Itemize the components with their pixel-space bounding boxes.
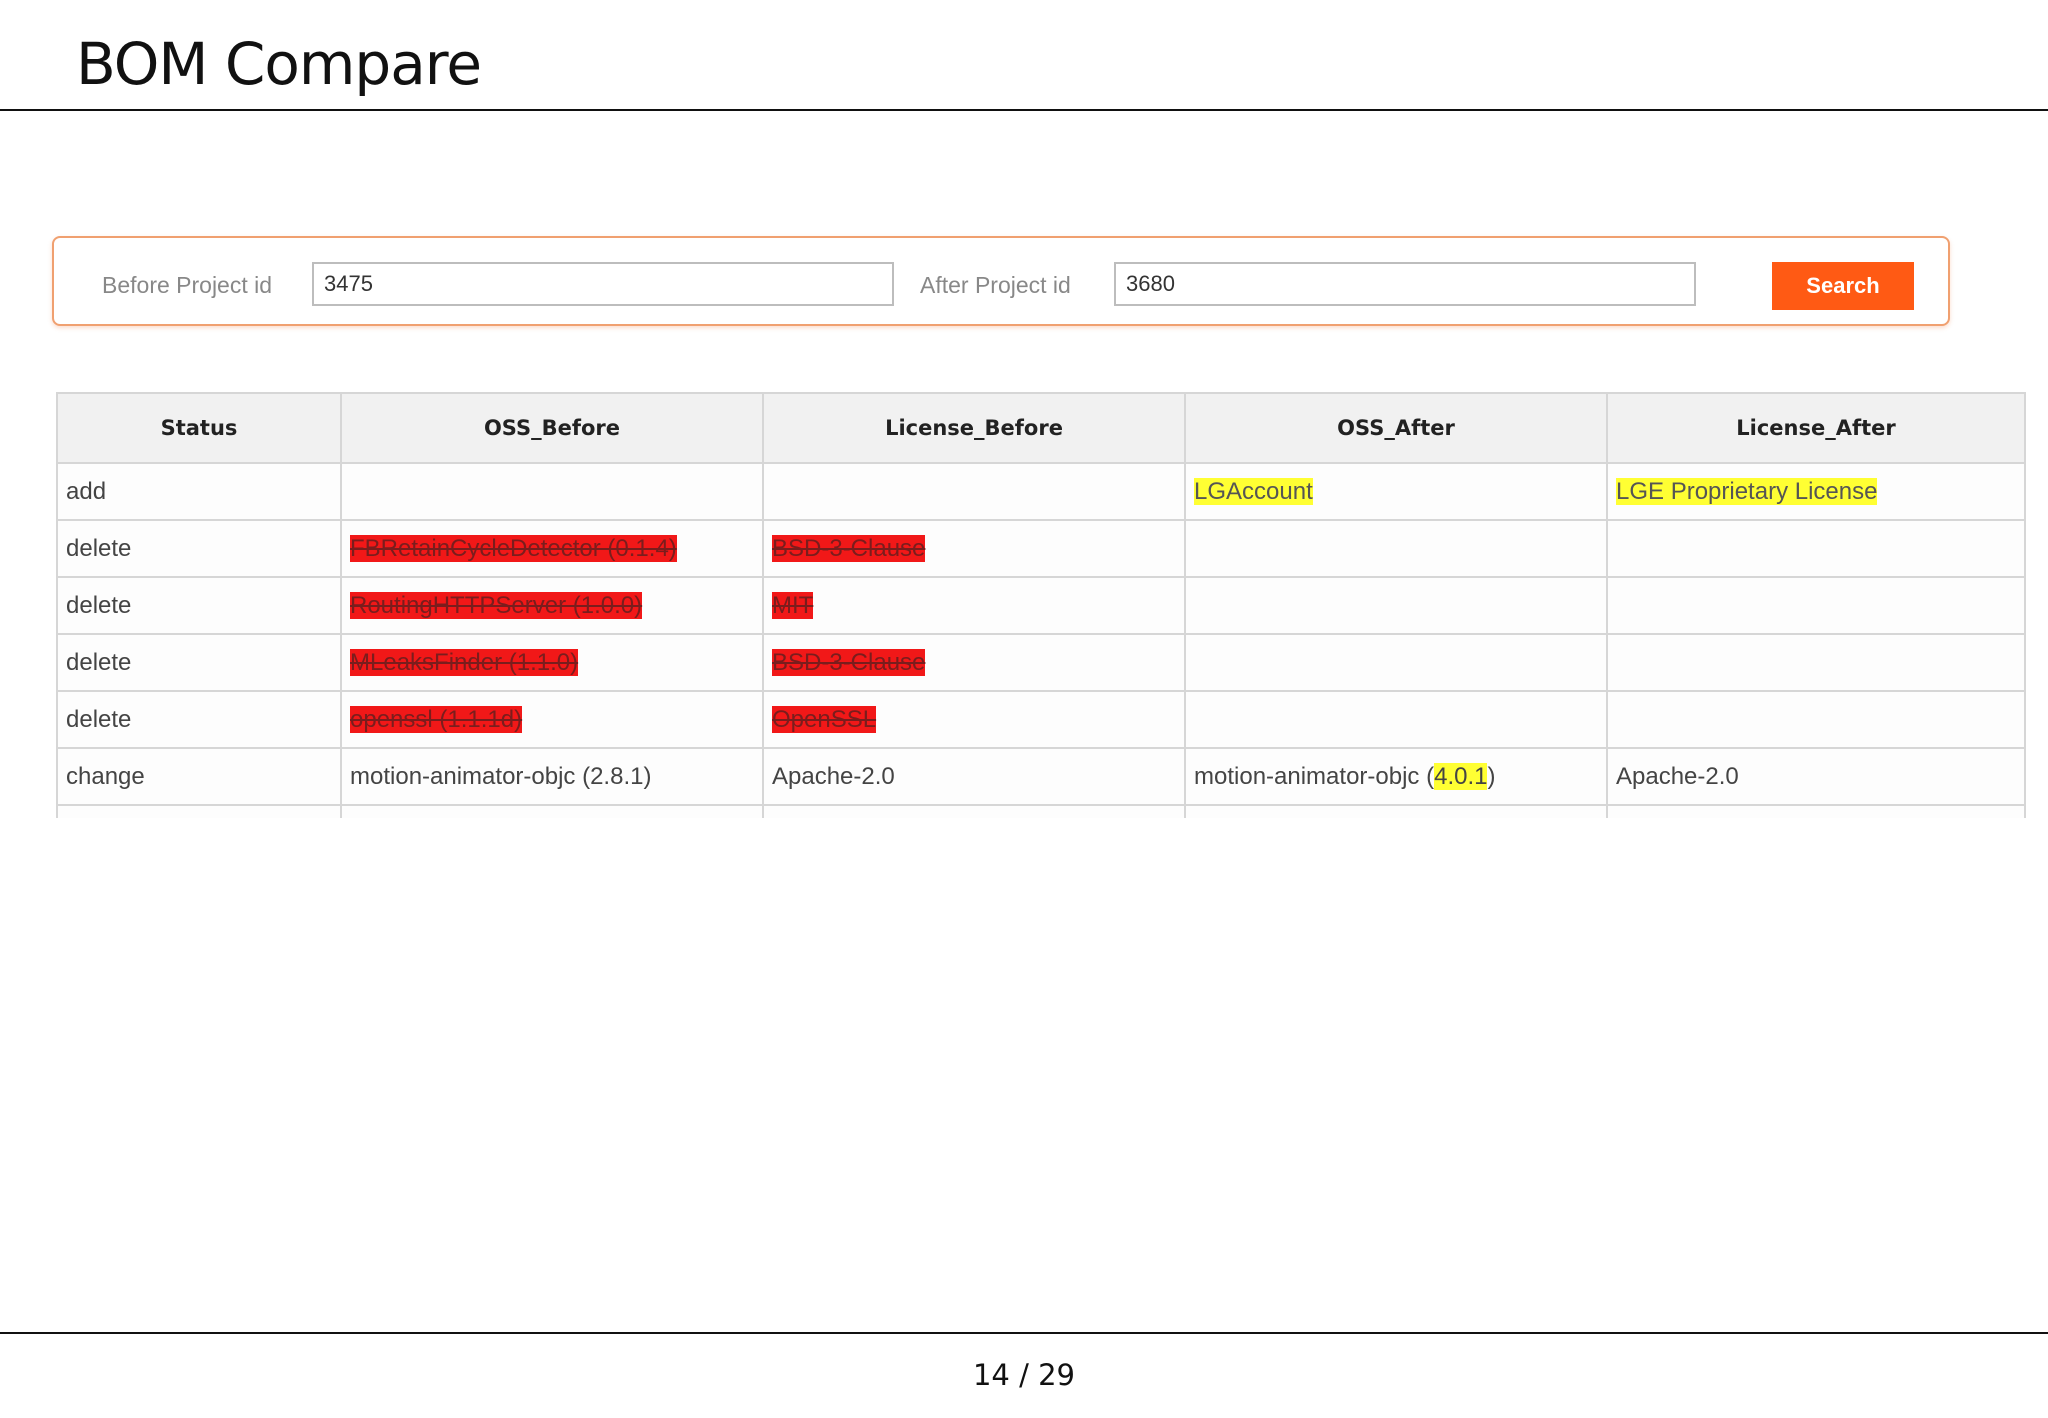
added-oss-highlight: LGAccount (1194, 477, 1313, 505)
oss-after-cell (1184, 576, 1608, 635)
oss-after-cell: LGAccount (1184, 462, 1608, 521)
slide-title: BOM Compare (76, 30, 482, 98)
partial-cell (1184, 804, 1608, 818)
deleted-oss-highlight: MLeaksFinder (1.1.0) (350, 648, 579, 676)
partial-cell (1606, 804, 2026, 818)
oss-after-prefix: motion-animator-objc ( (1194, 762, 1435, 790)
status-cell: change (56, 747, 342, 806)
license-after-cell (1606, 519, 2026, 578)
header-license-after[interactable]: License_After (1606, 392, 2026, 464)
license-before-cell: OpenSSL (762, 690, 1186, 749)
status-cell: delete (56, 576, 342, 635)
oss-before-cell: openssl (1.1.1d) (340, 690, 764, 749)
after-project-label: After Project id (920, 272, 1071, 298)
license-before-cell: Apache-2.0 (762, 747, 1186, 806)
status-cell: delete (56, 690, 342, 749)
search-panel: Before Project id After Project id Searc… (52, 236, 1950, 326)
table-row: delete RoutingHTTPServer (1.0.0) MIT (56, 576, 2026, 635)
added-license-highlight: LGE Proprietary License (1616, 477, 1878, 505)
deleted-license-highlight: OpenSSL (772, 705, 877, 733)
table-row-partial (56, 804, 2026, 818)
page-number: 14 / 29 (972, 1358, 1075, 1392)
table-row: delete MLeaksFinder (1.1.0) BSD-3-Clause (56, 633, 2026, 692)
license-before-cell (762, 462, 1186, 521)
deleted-license-highlight: BSD-3-Clause (772, 648, 926, 676)
oss-after-suffix: ) (1487, 762, 1496, 790)
table-header-row: Status OSS_Before License_Before OSS_Aft… (56, 392, 2026, 464)
before-project-input[interactable] (312, 262, 894, 306)
license-after-cell (1606, 633, 2026, 692)
header-status[interactable]: Status (56, 392, 342, 464)
title-divider (0, 109, 2048, 111)
table-row: change motion-animator-objc (2.8.1) Apac… (56, 747, 2026, 806)
status-cell: delete (56, 633, 342, 692)
license-after-cell (1606, 576, 2026, 635)
deleted-oss-highlight: openssl (1.1.1d) (350, 705, 523, 733)
license-after-cell: LGE Proprietary License (1606, 462, 2026, 521)
footer-divider (0, 1332, 2048, 1334)
bom-compare-table: Status OSS_Before License_Before OSS_Aft… (56, 392, 2026, 818)
oss-before-cell: MLeaksFinder (1.1.0) (340, 633, 764, 692)
before-project-label: Before Project id (102, 272, 273, 298)
search-button[interactable]: Search (1772, 262, 1914, 310)
table-row: delete openssl (1.1.1d) OpenSSL (56, 690, 2026, 749)
oss-before-cell (340, 462, 764, 521)
header-oss-after[interactable]: OSS_After (1184, 392, 1608, 464)
partial-cell (762, 804, 1186, 818)
status-cell: add (56, 462, 342, 521)
changed-version-highlight: 4.0.1 (1434, 762, 1488, 790)
status-cell: delete (56, 519, 342, 578)
deleted-license-highlight: BSD-3-Clause (772, 534, 926, 562)
header-license-before[interactable]: License_Before (762, 392, 1186, 464)
deleted-oss-highlight: RoutingHTTPServer (1.0.0) (350, 591, 643, 619)
oss-before-cell: FBRetainCycleDetector (0.1.4) (340, 519, 764, 578)
license-before-cell: MIT (762, 576, 1186, 635)
license-after-cell: Apache-2.0 (1606, 747, 2026, 806)
oss-after-cell: motion-animator-objc (4.0.1) (1184, 747, 1608, 806)
license-before-cell: BSD-3-Clause (762, 519, 1186, 578)
after-project-input[interactable] (1114, 262, 1696, 306)
partial-cell (56, 804, 342, 818)
oss-before-cell: motion-animator-objc (2.8.1) (340, 747, 764, 806)
oss-after-cell (1184, 690, 1608, 749)
deleted-oss-highlight: FBRetainCycleDetector (0.1.4) (350, 534, 677, 562)
license-after-cell (1606, 690, 2026, 749)
table-row: add LGAccount LGE Proprietary License (56, 462, 2026, 521)
license-before-cell: BSD-3-Clause (762, 633, 1186, 692)
partial-cell (340, 804, 764, 818)
oss-before-cell: RoutingHTTPServer (1.0.0) (340, 576, 764, 635)
header-oss-before[interactable]: OSS_Before (340, 392, 764, 464)
oss-after-cell (1184, 519, 1608, 578)
oss-after-cell (1184, 633, 1608, 692)
deleted-license-highlight: MIT (772, 591, 814, 619)
table-row: delete FBRetainCycleDetector (0.1.4) BSD… (56, 519, 2026, 578)
